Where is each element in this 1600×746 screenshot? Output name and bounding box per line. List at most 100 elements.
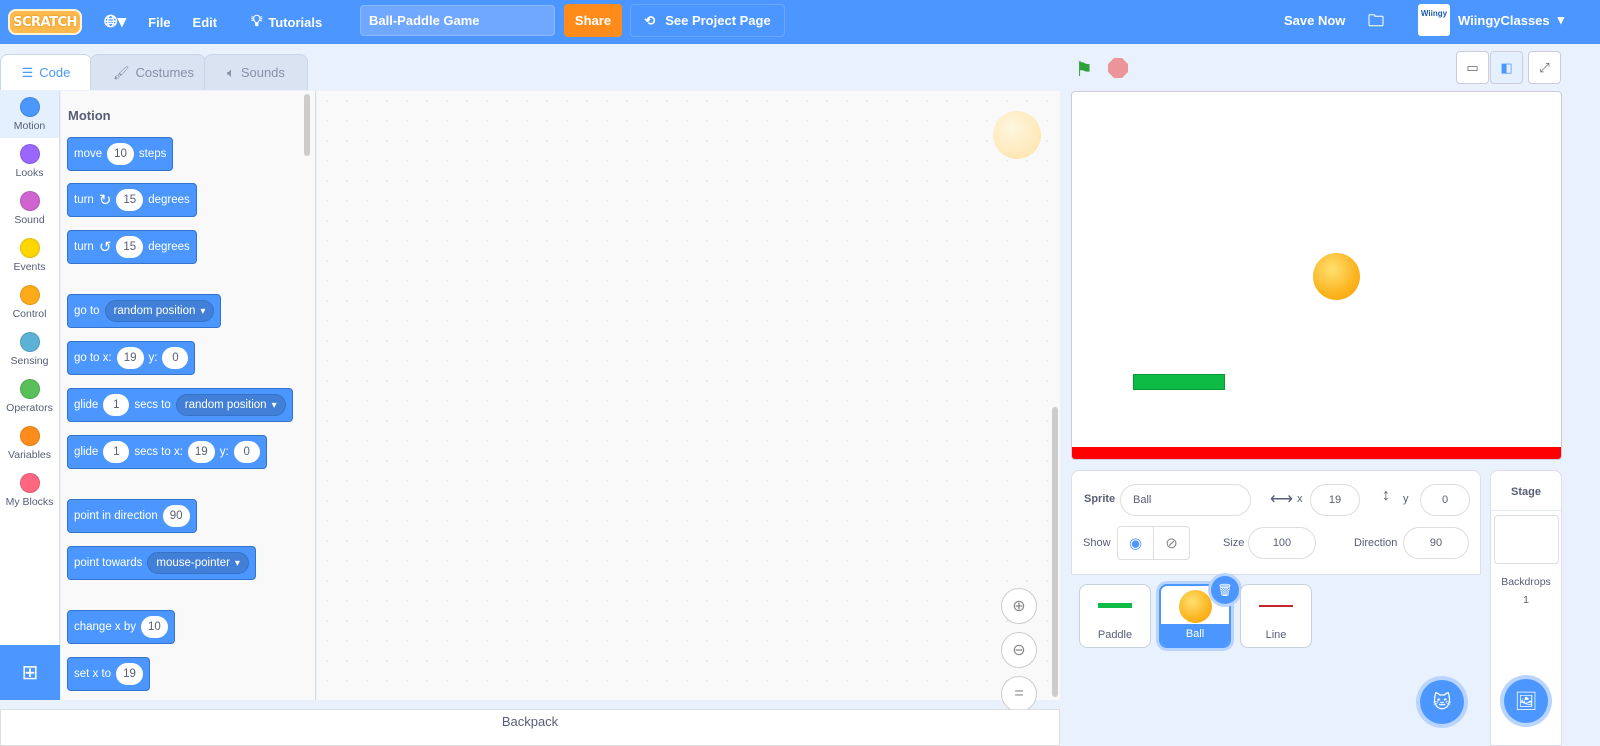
- category-label: Motion: [13, 120, 46, 132]
- sprite-tile-paddle[interactable]: Paddle: [1079, 584, 1151, 648]
- green-flag-icon[interactable]: ⚑: [1075, 57, 1093, 82]
- lightbulb-icon: 💡︎: [251, 13, 263, 30]
- edit-menu[interactable]: Edit: [193, 15, 218, 30]
- block-number-input[interactable]: 19: [116, 347, 144, 369]
- stop-icon[interactable]: [1108, 58, 1128, 78]
- y-label: y: [1403, 493, 1409, 505]
- choose-sprite-button[interactable]: 🐱︎: [1420, 680, 1464, 724]
- motion-block[interactable]: go to x: 19 y: 0: [67, 341, 196, 375]
- sprite-ghost-ball: [993, 111, 1041, 159]
- stage-canvas[interactable]: [1071, 91, 1562, 460]
- category-looks[interactable]: Looks: [0, 138, 59, 185]
- tutorials-menu[interactable]: Tutorials: [268, 15, 322, 30]
- small-stage-button[interactable]: ▭: [1456, 51, 1489, 84]
- block-number-input[interactable]: 0: [162, 347, 189, 369]
- category-variables[interactable]: Variables: [0, 420, 59, 467]
- fullscreen-button[interactable]: ⤢: [1528, 51, 1561, 84]
- block-number-input[interactable]: 19: [116, 663, 143, 685]
- zoom-out-button[interactable]: ⊖: [1001, 632, 1037, 668]
- palette-scrollbar[interactable]: [304, 94, 310, 156]
- line-thumbnail: [1259, 605, 1293, 607]
- motion-block[interactable]: turn ↻ 15 degrees: [67, 183, 197, 217]
- line-sprite[interactable]: [1072, 447, 1561, 459]
- block-number-input[interactable]: 15: [116, 189, 144, 211]
- block-text: move: [74, 148, 103, 160]
- stage-thumbnail[interactable]: [1493, 515, 1559, 564]
- block-number-input[interactable]: 15: [116, 236, 144, 258]
- sprite-tile-label: Ball: [1161, 624, 1229, 646]
- zoom-reset-button[interactable]: =: [1001, 676, 1037, 712]
- tab-label: Sounds: [240, 65, 285, 80]
- block-number-input[interactable]: 90: [162, 505, 190, 527]
- choose-backdrop-button[interactable]: 🖼︎: [1504, 679, 1548, 723]
- project-title-input[interactable]: Ball-Paddle Game: [360, 5, 555, 36]
- category-events[interactable]: Events: [0, 232, 59, 279]
- motion-block[interactable]: point towards mouse-pointer: [67, 546, 256, 580]
- block-number-input[interactable]: 1: [103, 394, 130, 416]
- block-number-input[interactable]: 1: [103, 441, 130, 463]
- motion-block[interactable]: point in direction 90: [67, 499, 197, 533]
- tab-label: Costumes: [135, 65, 195, 80]
- block-number-input[interactable]: 10: [141, 616, 168, 638]
- script-scrollbar[interactable]: [1052, 407, 1058, 697]
- file-menu[interactable]: File: [148, 15, 170, 30]
- tab-code[interactable]: ☰ Code: [0, 54, 92, 90]
- sprite-name-input[interactable]: Ball: [1120, 484, 1251, 516]
- save-now-button[interactable]: Save Now: [1284, 13, 1345, 28]
- normal-stage-button[interactable]: ◧: [1490, 51, 1523, 84]
- block-text: y:: [148, 352, 158, 364]
- category-sound[interactable]: Sound: [0, 185, 59, 232]
- backdrops-count: 1: [1523, 594, 1529, 606]
- block-text: degrees: [148, 241, 190, 253]
- normal-stage-icon: ◧: [1500, 59, 1513, 75]
- category-label: Events: [13, 261, 46, 273]
- block-palette: Motion move 10 steps turn ↻ 15 degrees turn ↺ 15 d…: [61, 91, 316, 700]
- show-visible-eye-icon[interactable]: ◉: [1118, 527, 1154, 559]
- ball-sprite[interactable]: [1313, 253, 1360, 300]
- category-sensing[interactable]: Sensing: [0, 326, 59, 373]
- block-dropdown[interactable]: random position: [175, 394, 286, 416]
- motion-block[interactable]: set x to 19: [67, 657, 150, 691]
- stage-panel[interactable]: Stage Backdrops 1 🖼︎: [1490, 470, 1562, 746]
- category-label: Looks: [15, 167, 44, 179]
- account-menu[interactable]: Wiingy WiingyClasses ▾: [1418, 4, 1564, 36]
- direction-input[interactable]: 90: [1403, 527, 1469, 559]
- block-number-input[interactable]: 10: [107, 143, 134, 165]
- category-label: Operators: [6, 402, 53, 414]
- script-area[interactable]: ⊕ ⊖ =: [317, 91, 1060, 712]
- delete-sprite-trash-icon[interactable]: 🗑︎: [1211, 576, 1239, 604]
- backpack[interactable]: Backpack: [0, 709, 1060, 746]
- block-dropdown[interactable]: mouse-pointer: [147, 552, 249, 574]
- category-my-blocks[interactable]: My Blocks: [0, 467, 59, 514]
- motion-block[interactable]: glide 1 secs to random position: [67, 388, 293, 422]
- zoom-in-button[interactable]: ⊕: [1001, 588, 1037, 624]
- block-number-input[interactable]: 0: [233, 441, 260, 463]
- show-label: Show: [1083, 537, 1111, 549]
- motion-block[interactable]: turn ↺ 15 degrees: [67, 230, 197, 264]
- category-motion[interactable]: Motion: [0, 91, 59, 138]
- tab-sounds[interactable]: 🔈︎ Sounds: [204, 54, 308, 90]
- add-extension-button[interactable]: ⊞: [0, 645, 60, 700]
- block-number-input[interactable]: 19: [187, 441, 215, 463]
- motion-block[interactable]: change x by 10: [67, 610, 175, 644]
- share-button[interactable]: Share: [564, 4, 622, 37]
- see-project-page-button[interactable]: ⟲ See Project Page: [630, 4, 785, 37]
- hide-eye-slash-icon[interactable]: ⊘: [1154, 527, 1189, 559]
- motion-block[interactable]: glide 1 secs to x: 19 y: 0: [67, 435, 267, 469]
- category-label: Sensing: [10, 355, 49, 367]
- paddle-sprite[interactable]: [1133, 374, 1225, 390]
- category-operators[interactable]: Operators: [0, 373, 59, 420]
- small-stage-icon: ▭: [1466, 59, 1479, 75]
- sprite-tile-line[interactable]: Line: [1240, 584, 1312, 648]
- language-globe-icon[interactable]: 🌐︎▾: [104, 12, 126, 32]
- block-dropdown[interactable]: random position: [104, 300, 215, 322]
- tab-costumes[interactable]: 🖌︎ Costumes: [90, 54, 206, 90]
- size-input[interactable]: 100: [1248, 527, 1316, 559]
- my-stuff-folder-icon[interactable]: 🗀: [1368, 10, 1384, 37]
- category-control[interactable]: Control: [0, 279, 59, 326]
- scratch-logo[interactable]: SCRATCH: [8, 9, 82, 35]
- motion-block[interactable]: move 10 steps: [67, 137, 174, 171]
- x-input[interactable]: 19: [1310, 484, 1360, 516]
- motion-block[interactable]: go to random position: [67, 294, 222, 328]
- y-input[interactable]: 0: [1420, 484, 1470, 516]
